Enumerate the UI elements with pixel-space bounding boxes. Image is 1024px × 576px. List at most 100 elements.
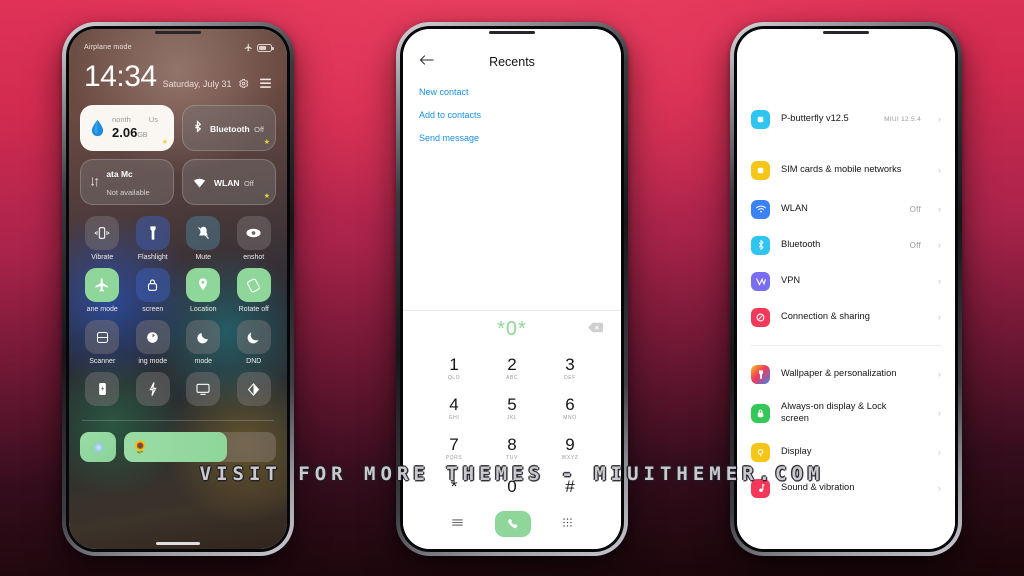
key-digit: * (450, 477, 458, 496)
vibrate-icon (85, 216, 120, 250)
back-arrow-icon[interactable] (419, 53, 435, 71)
gear-icon[interactable] (238, 78, 249, 89)
settings-row-label: Connection & sharing (781, 311, 870, 322)
tile-mobile-data[interactable]: ata Mc Not available (80, 159, 174, 205)
tile-mobile-data-label: ata Mc (106, 169, 133, 179)
phone-screen-control-center: Airplane mode 14:34 Saturday, July 31 no… (69, 29, 287, 549)
mute-bell-icon (186, 216, 221, 250)
settings-row-label: Display (781, 446, 812, 457)
dialer-display: *0* (413, 311, 611, 347)
settings-row-wallpaper[interactable]: Wallpaper & personalization › (737, 356, 955, 392)
settings-row-wlan[interactable]: WLAN Off › (737, 191, 955, 227)
key-letters: MNO (563, 414, 577, 421)
reading-mode-icon (135, 320, 170, 354)
bluetooth-icon (195, 119, 202, 133)
clock-time: 14:34 (84, 60, 157, 93)
toggle-airplane-mode[interactable]: ane mode (80, 268, 125, 313)
eye-icon (236, 216, 271, 250)
toggle-rotate[interactable]: Rotate off (232, 268, 277, 313)
keypad-icon[interactable] (562, 515, 573, 533)
toggle-label: enshot (243, 254, 265, 261)
backspace-icon[interactable] (588, 320, 603, 338)
dialer-action-links: New contact Add to contacts Send message (419, 87, 605, 143)
chevron-right-icon: › (938, 482, 941, 493)
key-star[interactable]: * (425, 469, 483, 507)
toggle-reading-mode[interactable]: ing mode (131, 320, 176, 365)
key-0[interactable]: 0 (483, 469, 541, 507)
toggle-dark-mode[interactable]: mode (181, 320, 226, 365)
airplane-icon (244, 43, 252, 52)
settings-row-vpn[interactable]: VPN › (737, 263, 955, 299)
key-digit: 4 (449, 394, 459, 414)
hamburger-icon[interactable] (451, 515, 464, 533)
toggle-screenshot[interactable]: enshot (232, 216, 277, 261)
tile-data-usage-text: nonth Us 2.06GB (112, 115, 158, 142)
key-8[interactable]: 8 TUV (483, 429, 541, 467)
settings-row-sim-cards[interactable]: SIM cards & mobile networks › (737, 149, 955, 191)
tile-mobile-data-state: Not available (106, 188, 150, 197)
key-digit: 2 (507, 354, 517, 374)
menu-icon[interactable] (259, 78, 272, 89)
settings-row-about-phone[interactable]: P-butterfly v12.5 MIUI 12.5.4 › (737, 101, 955, 137)
tile-wlan-state: Off (243, 179, 254, 188)
rotate-icon (236, 268, 271, 302)
key-3[interactable]: 3 DEF (541, 349, 599, 387)
sun-flower-icon: 🌻 (132, 439, 149, 455)
toggle-mute[interactable]: Mute (181, 216, 226, 261)
tile-bluetooth-text: Bluetooth Off (210, 119, 264, 137)
key-4[interactable]: 4 GHI (425, 389, 483, 427)
key-letters: QLO (447, 374, 461, 381)
mobile-data-icon (90, 177, 99, 187)
toggle-label: Location (190, 306, 217, 313)
key-6[interactable]: 6 MNO (541, 389, 599, 427)
settings-row-value: MIUI 12.5.4 (884, 115, 921, 123)
call-button[interactable] (494, 511, 531, 537)
phone-call-icon (508, 518, 518, 529)
settings-row-bluetooth[interactable]: Bluetooth Off › (737, 227, 955, 263)
tile-bluetooth[interactable]: Bluetooth Off ★ (182, 105, 276, 151)
toggle-dnd[interactable]: DND (232, 320, 277, 365)
tile-data-usage-period: nonth (112, 114, 131, 124)
phone-bezel: Recents New contact Add to contacts Send… (400, 26, 624, 552)
key-7[interactable]: 7 PQRS (425, 429, 483, 467)
key-digit: # (565, 477, 575, 496)
link-add-to-contacts[interactable]: Add to contacts (419, 110, 605, 120)
toggle-battery-saver[interactable] (80, 372, 125, 410)
toggle-lock-screen[interactable]: screen (131, 268, 176, 313)
bluetooth-icon (751, 235, 770, 255)
key-5[interactable]: 5 JKL (483, 389, 541, 427)
volume-slider[interactable]: 🌻 (124, 432, 276, 462)
toggle-scanner[interactable]: Scanner (80, 320, 125, 365)
brightness-toggle[interactable] (80, 432, 116, 462)
chevron-right-icon: › (938, 311, 941, 322)
tile-wlan[interactable]: WLAN Off ★ (182, 159, 276, 205)
toggle-location[interactable]: Location (181, 268, 226, 313)
settings-row-lock-screen[interactable]: Always-on display & Lock screen › (737, 392, 955, 434)
toggle-label: Mute (195, 254, 212, 261)
toggle-contrast[interactable] (232, 372, 277, 410)
key-2[interactable]: 2 ABC (483, 349, 541, 387)
key-1[interactable]: 1 QLO (425, 349, 483, 387)
link-send-message[interactable]: Send message (419, 133, 605, 143)
toggle-cast-screen[interactable] (181, 372, 226, 410)
wifi-icon (751, 199, 770, 219)
link-new-contact[interactable]: New contact (419, 87, 605, 97)
lightning-icon (135, 372, 170, 406)
settings-row-sound-vibration[interactable]: Sound & vibration › (737, 470, 955, 506)
wifi-icon (193, 178, 206, 187)
toggle-label: Vibrate (91, 254, 114, 261)
tile-wlan-text: WLAN Off (214, 173, 254, 191)
settings-row-display[interactable]: Display › (737, 434, 955, 470)
toggle-vibrate[interactable]: Vibrate (80, 216, 125, 261)
dialer-header-area: Recents New contact Add to contacts Send… (403, 29, 621, 143)
key-letters: WXYZ (561, 454, 579, 461)
toggle-lightning[interactable] (131, 372, 176, 410)
key-hash[interactable]: # (541, 469, 599, 507)
toggle-label: screen (142, 306, 164, 313)
tile-data-usage[interactable]: nonth Us 2.06GB ★ (80, 105, 174, 151)
key-9[interactable]: 9 WXYZ (541, 429, 599, 467)
settings-row-connection-sharing[interactable]: Connection & sharing › (737, 299, 955, 335)
toggle-flashlight[interactable]: Flashlight (131, 216, 176, 261)
battery-saver-icon (85, 372, 120, 406)
page-title: Recents (489, 55, 535, 69)
